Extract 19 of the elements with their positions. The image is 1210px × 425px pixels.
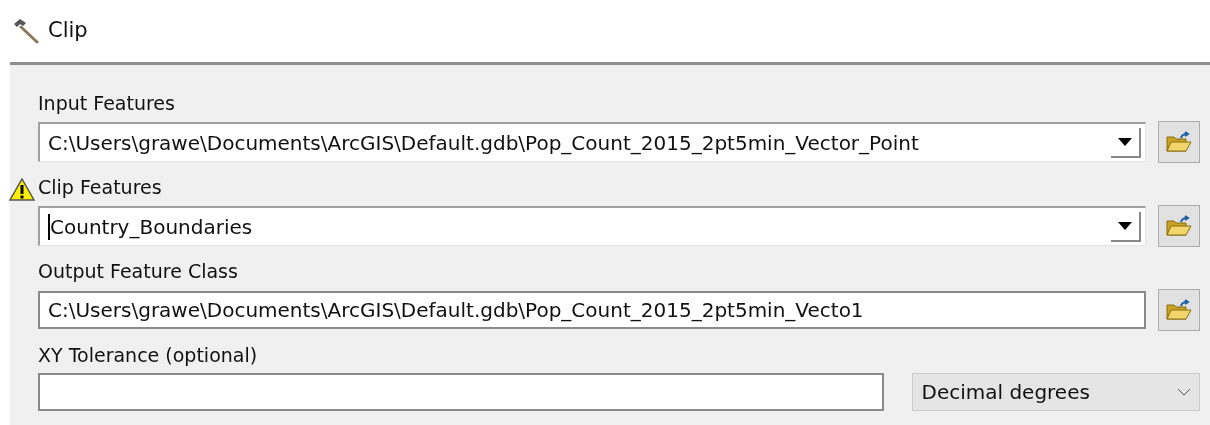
warning-icon — [9, 178, 35, 201]
hammer-icon — [12, 18, 40, 44]
folder-icon — [1166, 131, 1192, 153]
unit-dropdown[interactable]: Decimal degrees — [912, 373, 1200, 411]
parameter-label: Output Feature Class — [38, 258, 238, 284]
folder-icon — [1166, 215, 1192, 237]
parameter-label: XY Tolerance (optional) — [38, 342, 258, 368]
window-title: Clip — [48, 17, 88, 45]
browse-button[interactable] — [1158, 289, 1200, 331]
browse-button[interactable] — [1158, 121, 1200, 163]
combo-box[interactable]: Country_Boundaries — [38, 206, 1146, 246]
folder-icon — [1166, 299, 1192, 321]
browse-button[interactable] — [1158, 205, 1200, 247]
combo-box[interactable]: C:\Users\grawe\Documents\ArcGIS\Default.gdb\Pop_Count_2015_2pt5min_Vector_Point — [38, 122, 1146, 162]
input-field[interactable]: C:\Users\grawe\Documents\ArcGIS\Default.gdb\Pop_Count_2015_2pt5min_Vecto1 — [38, 291, 1146, 329]
input-field[interactable] — [38, 373, 885, 411]
parameter-label: Input Features — [38, 90, 175, 116]
chevron-down-icon — [1177, 388, 1191, 396]
parameter-label: Clip Features — [38, 174, 162, 200]
